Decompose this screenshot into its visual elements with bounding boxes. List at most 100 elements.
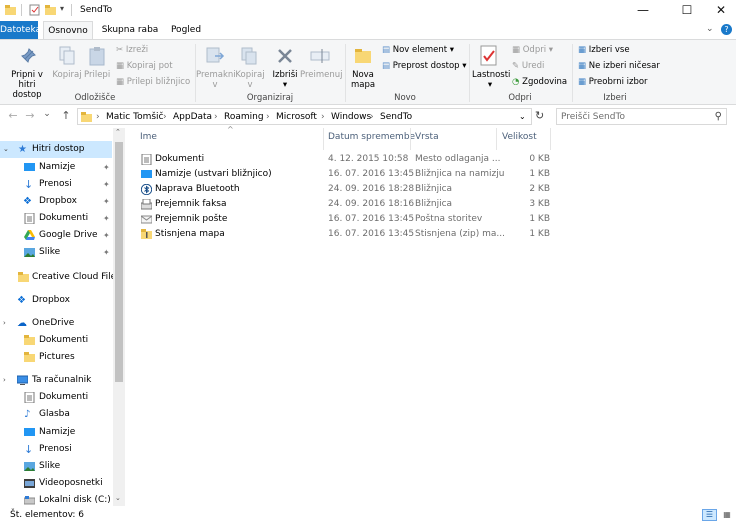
scroll-up-icon[interactable]: ⌃ [115,128,121,136]
up-button[interactable]: ↑ [59,109,73,122]
expand-chevron-icon[interactable]: › [3,315,6,332]
nav-item-downloads-pinned[interactable]: ↓ Prenosi ✦ [0,176,112,193]
nav-item-pc-downloads[interactable]: ↓ Prenosi [0,441,112,458]
column-header-date[interactable]: Datum spremembe [328,132,415,142]
copy-to-button[interactable]: Kopiraj v [234,70,266,90]
column-divider[interactable] [496,128,497,150]
mail-icon [141,215,152,224]
rename-button[interactable]: Preimenuj [300,70,343,80]
scrollbar-thumb[interactable] [115,142,123,382]
breadcrumb-microsoft[interactable]: Microsoft [276,112,317,122]
easy-access-button[interactable]: ▤ Preprost dostop ▾ [382,61,467,71]
move-to-button[interactable]: Premakni v [196,70,236,90]
column-divider[interactable] [410,128,411,150]
nav-item-documents-pinned[interactable]: Dokumenti ✦ [0,210,112,227]
properties-icon[interactable] [29,4,40,16]
breadcrumb-appdata[interactable]: AppData [173,112,212,122]
copy-path-button[interactable]: ▦ Kopiraj pot [116,61,173,71]
table-row[interactable]: Stisnjena mapa 16. 07. 2016 13:45 Stisnj… [138,227,558,242]
history-button[interactable]: ◔ Zgodovina [512,77,567,87]
nav-item-desktop-pinned[interactable]: Namizje ✦ [0,159,112,176]
new-folder-icon[interactable] [45,4,56,16]
new-item-button[interactable]: ▤ Nov element ▾ [382,45,454,55]
tab-home[interactable]: Osnovno [43,21,93,40]
nav-item-dropbox-pinned[interactable]: ❖ Dropbox ✦ [0,193,112,210]
customize-toolbar-icon[interactable]: ▾ [60,4,64,13]
search-icon: ⚲ [714,111,722,122]
column-header-type[interactable]: Vrsta [415,132,439,142]
table-row[interactable]: Dokumenti 4. 12. 2015 10:58 Mesto odlaga… [138,152,558,167]
paste-button[interactable]: Prilepi [84,70,110,80]
nav-item-onedrive-pictures[interactable]: Pictures [0,349,112,366]
large-icons-view-icon[interactable]: ▦ [720,509,734,521]
nav-item-pictures-pinned[interactable]: Slike ✦ [0,244,112,261]
nav-item-music[interactable]: ♪ Glasba [0,406,112,423]
column-divider[interactable] [323,128,324,150]
nav-item-videos[interactable]: Videoposnetki [0,475,112,492]
new-folder-button[interactable]: Nova mapa [348,70,378,90]
nav-item-dropbox[interactable]: ❖ Dropbox [0,292,112,309]
scroll-down-icon[interactable]: ⌄ [115,494,121,502]
nav-item-google-drive-pinned[interactable]: Google Drive ✦ [0,227,112,244]
properties-button[interactable]: Lastnosti ▾ [472,70,510,90]
tab-share[interactable]: Skupna raba [99,21,161,39]
open-button[interactable]: ▦ Odpri ▾ [512,45,553,55]
nav-item-onedrive-documents[interactable]: Dokumenti [0,332,112,349]
nav-item-pc-pictures[interactable]: Slike [0,458,112,475]
recent-locations-button[interactable]: ⌄ [40,109,54,119]
nav-item-pc-desktop[interactable]: Namizje [0,424,112,441]
tab-view[interactable]: Pogled [166,21,206,39]
address-box[interactable]: › Matic Tomšič › AppData › Roaming › Mic… [77,108,532,125]
breadcrumb-windows[interactable]: Windows [331,112,371,122]
forward-button[interactable]: → [23,109,37,122]
file-size: 1 KB [529,229,550,239]
invert-selection-button[interactable]: ▦ Preobrni izbor [578,77,648,87]
paste-shortcut-button[interactable]: ▦ Prilepi bližnjico [116,77,190,87]
table-row[interactable]: Naprava Bluetooth 24. 09. 2016 18:28 Bli… [138,182,558,197]
table-row[interactable]: Prejemnik pošte 16. 07. 2016 13:45 Poštn… [138,212,558,227]
nav-item-onedrive[interactable]: › ☁ OneDrive [0,315,112,332]
music-icon: ♪ [24,409,31,420]
nav-item-local-disk[interactable]: Lokalni disk (C:) [0,492,112,506]
minimize-button[interactable]: — [620,0,666,21]
cut-button[interactable]: ✂ Izreži [116,45,148,55]
group-label-new: Novo [394,93,416,103]
breadcrumb-sendto[interactable]: SendTo [380,112,412,122]
expand-chevron-icon[interactable]: ⌄ [3,141,9,158]
nav-label: Dokumenti [39,213,89,223]
edit-button[interactable]: ✎ Uredi [512,61,544,71]
nav-label: Glasba [39,409,70,419]
tab-file[interactable]: Datoteka [0,21,41,39]
nav-item-this-pc[interactable]: › Ta računalnik [0,372,112,389]
close-button[interactable]: ✕ [698,0,736,21]
refresh-icon[interactable]: ↻ [535,109,544,122]
address-dropdown-icon[interactable]: ⌄ [519,112,526,121]
back-button[interactable]: ← [6,109,20,122]
breadcrumb-roaming[interactable]: Roaming [224,112,264,122]
select-none-button[interactable]: ▦ Ne izberi ničesar [578,61,660,71]
select-all-button[interactable]: ▦ Izberi vse [578,45,630,55]
table-row[interactable]: Prejemnik faksa 24. 09. 2016 18:16 Bližn… [138,197,558,212]
copy-button[interactable]: Kopiraj [52,70,82,80]
pin-icon: ✦ [103,248,110,257]
nav-item-pc-documents[interactable]: Dokumenti [0,389,112,406]
search-placeholder: Preišči SendTo [561,112,625,122]
open-icon: ▦ [512,45,523,55]
column-header-name[interactable]: Ime [140,132,157,142]
table-row[interactable]: Namizje (ustvari bližnjico) 16. 07. 2016… [138,167,558,182]
title-bar: ▾ SendTo — ☐ ✕ [0,0,736,21]
nav-item-creative-cloud[interactable]: Creative Cloud Files [0,269,121,286]
delete-button[interactable]: Izbriši ▾ [270,70,300,90]
details-view-icon[interactable]: ☰ [702,509,717,521]
nav-item-quick-access[interactable]: ⌄ ★ Hitri dostop [0,141,112,158]
group-label-clipboard: Odložišče [74,93,116,103]
nav-scrollbar[interactable]: ⌃ ⌄ [113,128,125,506]
expand-chevron-icon[interactable]: › [3,372,6,389]
breadcrumb-user[interactable]: Matic Tomšič [106,112,164,122]
ribbon-collapse-icon[interactable]: ⌄ [706,24,714,34]
column-header-size[interactable]: Velikost [502,132,537,142]
pin-label-line1: Pripni v hitri [11,70,43,90]
help-icon[interactable]: ? [721,24,732,35]
search-input[interactable]: Preišči SendTo ⚲ [556,108,727,125]
column-divider[interactable] [550,128,551,150]
